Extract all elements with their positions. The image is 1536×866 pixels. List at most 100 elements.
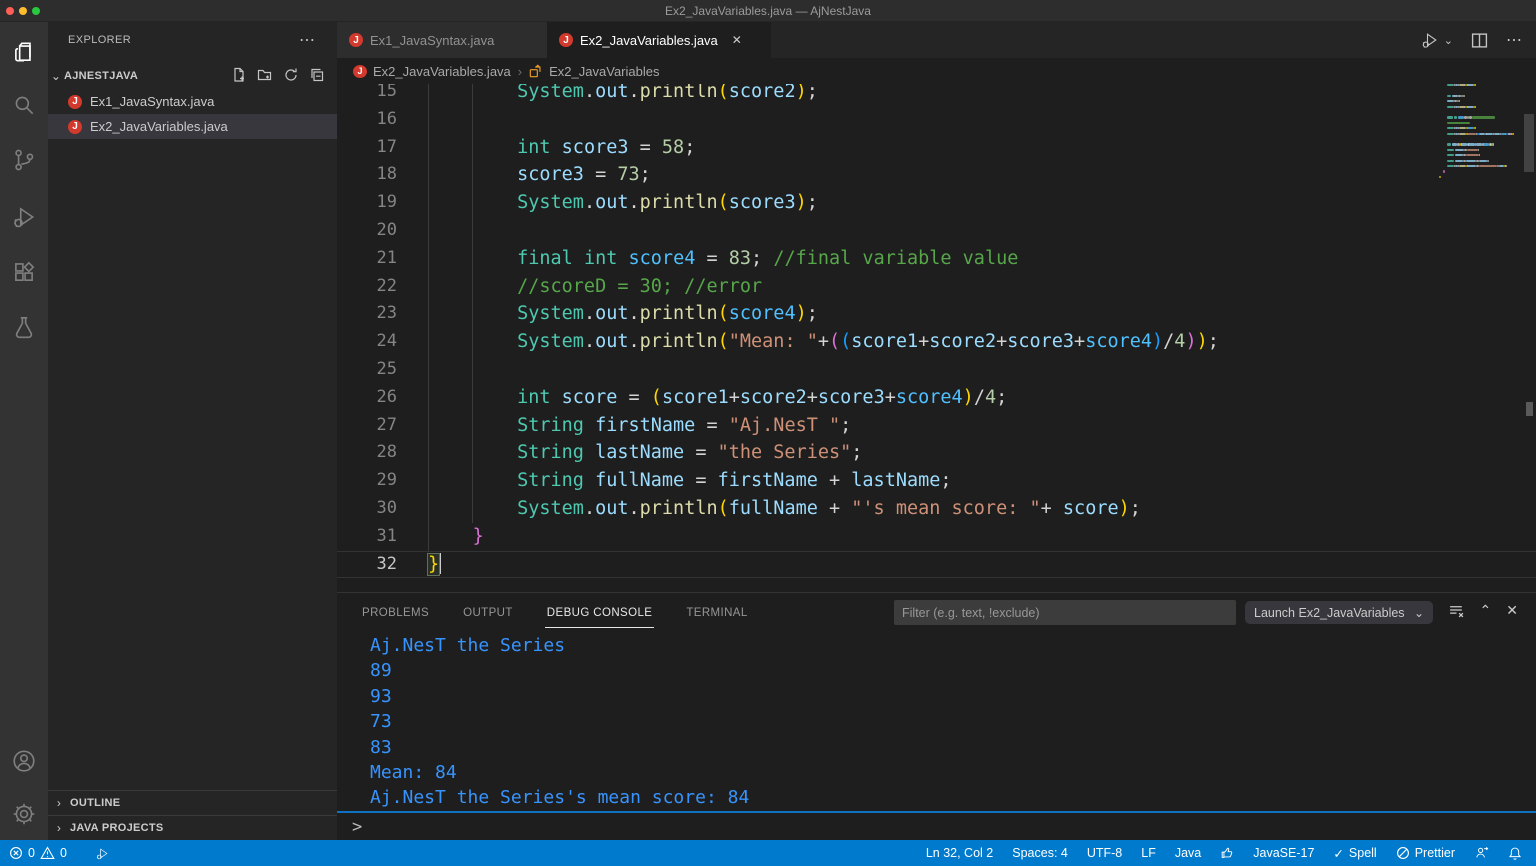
language-mode[interactable]: Java (1175, 846, 1201, 860)
console-input-separator (337, 811, 1536, 813)
code-line[interactable]: 17 int score3 = 58; (337, 134, 1536, 162)
code-text: final int score4 = 83; //final variable … (428, 245, 1018, 273)
minimap[interactable] (1437, 84, 1517, 204)
line-number: 24 (337, 328, 397, 356)
line-number: 17 (337, 134, 397, 162)
collapse-all-icon[interactable] (309, 67, 325, 83)
code-text: String fullName = firstName + lastName; (428, 467, 952, 495)
feedback-indicator[interactable] (1474, 846, 1489, 860)
window-title: Ex2_JavaVariables.java — AjNestJava (0, 4, 1536, 18)
jdk-version[interactable]: JavaSE-17 (1253, 846, 1314, 860)
testing-icon[interactable] (0, 303, 48, 351)
explorer-icon[interactable] (0, 28, 48, 76)
account-icon[interactable] (0, 737, 48, 785)
code-line[interactable]: 15 System.out.println(score2); (337, 84, 1536, 106)
scrollbar-thumb[interactable] (1524, 114, 1534, 172)
code-line[interactable]: 30 System.out.println(fullName + "'s mea… (337, 495, 1536, 523)
editor-scrollbar[interactable] (1522, 84, 1536, 592)
explorer-more-icon[interactable]: ⋯ (299, 30, 315, 50)
breadcrumb-separator: › (518, 64, 522, 79)
breadcrumb: J Ex2_JavaVariables.java › Ex2_JavaVaria… (337, 58, 1536, 84)
file-item-ex2[interactable]: J Ex2_JavaVariables.java (48, 114, 337, 139)
explorer-title: EXPLORER (68, 34, 131, 46)
search-icon[interactable] (0, 81, 48, 129)
line-number: 27 (337, 412, 397, 440)
code-line[interactable]: 18 score3 = 73; (337, 161, 1536, 189)
code-line[interactable]: 21 final int score4 = 83; //final variab… (337, 245, 1536, 273)
more-actions-icon[interactable]: ⋯ (1506, 30, 1522, 50)
run-dropdown-chevron-icon[interactable]: ⌄ (1444, 34, 1453, 47)
source-control-icon[interactable] (0, 136, 48, 184)
java-status-indicator[interactable] (1220, 846, 1234, 860)
editor-group: J Ex1_JavaSyntax.java J Ex2_JavaVariable… (337, 22, 1536, 592)
code-line[interactable]: 20 (337, 217, 1536, 245)
settings-gear-icon[interactable] (0, 790, 48, 838)
close-tab-icon[interactable]: ✕ (732, 33, 742, 47)
breadcrumb-file[interactable]: Ex2_JavaVariables.java (373, 64, 511, 79)
status-right: Ln 32, Col 2 Spaces: 4 UTF-8 LF Java Jav… (926, 846, 1536, 861)
breadcrumb-symbol[interactable]: Ex2_JavaVariables (549, 64, 659, 79)
tab-problems[interactable]: PROBLEMS (360, 597, 431, 627)
eol-sequence[interactable]: LF (1141, 846, 1156, 860)
tab-ex2-javavariables[interactable]: J Ex2_JavaVariables.java ✕ (547, 22, 771, 58)
text-cursor (439, 553, 441, 574)
code-text: System.out.println(score4); (428, 300, 818, 328)
encoding[interactable]: UTF-8 (1087, 846, 1122, 860)
thumbs-up-icon (1220, 846, 1234, 860)
debug-run-icon (95, 846, 110, 861)
new-folder-icon[interactable] (257, 67, 273, 83)
clear-console-icon[interactable] (1448, 602, 1465, 619)
errors-indicator[interactable]: 0 (9, 846, 35, 860)
console-input-prompt[interactable]: > (352, 817, 362, 837)
maximize-panel-icon[interactable]: ⌃ (1480, 602, 1492, 619)
code-line[interactable]: 16 (337, 106, 1536, 134)
java-projects-section-header[interactable]: › JAVA PROJECTS (48, 815, 337, 839)
refresh-icon[interactable] (283, 67, 299, 83)
code-line[interactable]: 26 int score = (score1+score2+score3+sco… (337, 384, 1536, 412)
code-text: } (428, 551, 441, 579)
code-line[interactable]: 22 //scoreD = 30; //error (337, 273, 1536, 301)
debug-console-output[interactable]: Aj.NesT the Series89937383Mean: 84Aj.Nes… (337, 631, 1536, 811)
panel-tabs: PROBLEMS OUTPUT DEBUG CONSOLE TERMINAL (360, 593, 750, 631)
console-line: Mean: 84 (370, 762, 457, 783)
code-line[interactable]: 28 String lastName = "the Series"; (337, 439, 1536, 467)
close-panel-icon[interactable]: ✕ (1506, 602, 1518, 619)
line-number: 15 (337, 84, 397, 106)
filter-input[interactable] (894, 600, 1236, 625)
code-line[interactable]: 29 String fullName = firstName + lastNam… (337, 467, 1536, 495)
code-line[interactable]: 24 System.out.println("Mean: "+((score1+… (337, 328, 1536, 356)
code-line[interactable]: 31 } (337, 523, 1536, 551)
code-line[interactable]: 32} (337, 551, 1536, 579)
debug-launch-indicator[interactable] (95, 846, 110, 861)
project-section-header[interactable]: ⌄ AJNESTJAVA (48, 64, 337, 88)
split-editor-icon[interactable] (1471, 32, 1488, 49)
warnings-indicator[interactable]: 0 (40, 846, 67, 860)
code-line[interactable]: 23 System.out.println(score4); (337, 300, 1536, 328)
cursor-position[interactable]: Ln 32, Col 2 (926, 846, 993, 860)
tab-ex1-javasyntax[interactable]: J Ex1_JavaSyntax.java (337, 22, 547, 58)
run-or-debug-icon[interactable] (1420, 30, 1440, 50)
code-line[interactable]: 25 (337, 356, 1536, 384)
file-item-ex1[interactable]: J Ex1_JavaSyntax.java (48, 89, 337, 114)
code-text: int score3 = 58; (428, 134, 695, 162)
prettier-status[interactable]: Prettier (1396, 846, 1455, 860)
java-file-icon: J (68, 95, 82, 109)
spell-checker-status[interactable]: ✓ Spell (1333, 846, 1376, 861)
code-text: int score = (score1+score2+score3+score4… (428, 384, 1007, 412)
code-editor[interactable]: 15 System.out.println(score2);1617 int s… (337, 84, 1536, 592)
line-number: 31 (337, 523, 397, 551)
code-line[interactable]: 27 String firstName = "Aj.NesT "; (337, 412, 1536, 440)
run-debug-icon[interactable] (0, 193, 48, 241)
tab-debug-console[interactable]: DEBUG CONSOLE (545, 597, 655, 628)
extensions-icon[interactable] (0, 248, 48, 296)
tab-output[interactable]: OUTPUT (461, 597, 515, 627)
code-line[interactable]: 19 System.out.println(score3); (337, 189, 1536, 217)
launch-config-dropdown[interactable]: Launch Ex2_JavaVariables ⌄ (1245, 601, 1433, 624)
notifications-indicator[interactable] (1508, 846, 1522, 861)
new-file-icon[interactable] (231, 67, 247, 83)
tab-terminal[interactable]: TERMINAL (684, 597, 749, 627)
outline-section-header[interactable]: › OUTLINE (48, 790, 337, 814)
indentation[interactable]: Spaces: 4 (1012, 846, 1068, 860)
bottom-panel: PROBLEMS OUTPUT DEBUG CONSOLE TERMINAL L… (337, 592, 1536, 840)
errors-count: 0 (28, 846, 35, 860)
